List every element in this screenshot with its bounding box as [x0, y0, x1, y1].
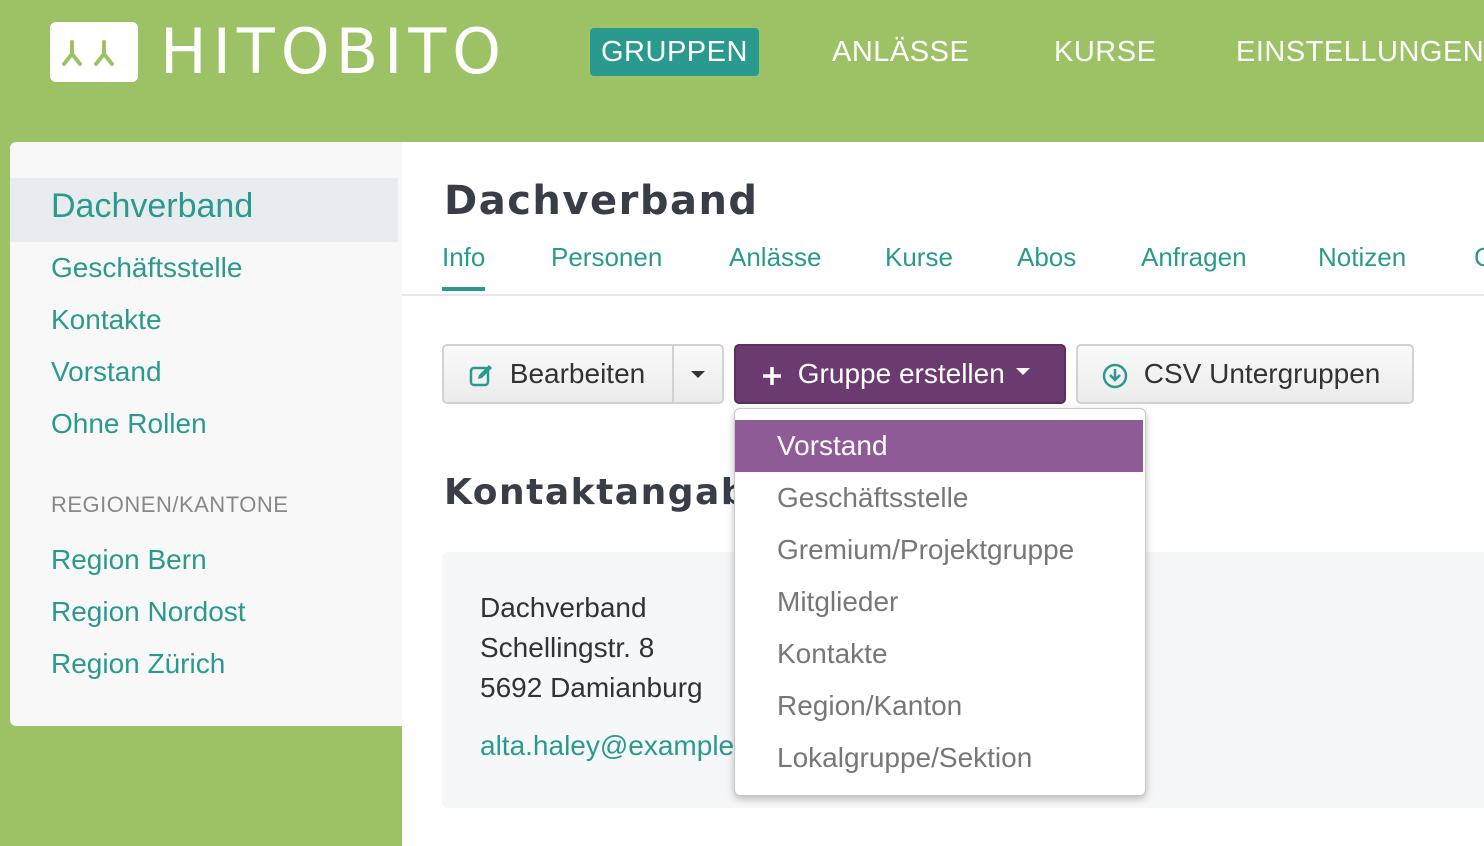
- tab-bar: Info Personen Anlässe Kurse Abos Anfrage…: [402, 238, 1484, 296]
- plus-icon: [760, 348, 784, 404]
- sidebar-heading-regionen: REGIONEN/KANTONE: [51, 492, 289, 517]
- sidebar-current-group[interactable]: Dachverband: [10, 178, 398, 242]
- sidebar-item-geschaeftsstelle[interactable]: Geschäftsstelle: [51, 252, 242, 284]
- tab-anlaesse[interactable]: Anlässe: [729, 242, 822, 273]
- nav-anlaesse[interactable]: ANLÄSSE: [832, 28, 969, 76]
- edit-button-label: Bearbeiten: [509, 358, 646, 389]
- tab-overflow[interactable]: C: [1474, 242, 1484, 273]
- nav-kurse[interactable]: KURSE: [1054, 28, 1156, 76]
- page-title: Dachverband: [444, 178, 759, 224]
- csv-subgroups-button[interactable]: CSV Untergruppen: [1076, 344, 1414, 404]
- create-group-label: Gruppe erstellen: [797, 358, 1005, 389]
- create-group-button[interactable]: Gruppe erstellen: [734, 344, 1066, 404]
- tab-abos[interactable]: Abos: [1017, 242, 1076, 273]
- menu-item-mitglieder[interactable]: Mitglieder: [735, 576, 1143, 628]
- caret-down-icon: [1013, 358, 1033, 389]
- sidebar: Dachverband Geschäftsstelle Kontakte Vor…: [10, 142, 402, 726]
- edit-dropdown-toggle[interactable]: [672, 344, 724, 404]
- menu-item-vorstand[interactable]: Vorstand: [735, 420, 1143, 472]
- tab-personen[interactable]: Personen: [551, 242, 662, 273]
- nav-gruppen[interactable]: GRUPPEN: [590, 28, 759, 76]
- contact-email-link[interactable]: alta.haley@example: [480, 730, 734, 762]
- contact-city: 5692 Damianburg: [480, 672, 703, 703]
- menu-item-lokalgruppe[interactable]: Lokalgruppe/Sektion: [735, 732, 1143, 784]
- sidebar-item-region-bern[interactable]: Region Bern: [51, 544, 207, 576]
- tab-anfragen[interactable]: Anfragen: [1141, 242, 1247, 273]
- menu-item-kontakte[interactable]: Kontakte: [735, 628, 1143, 680]
- caret-down-icon: [674, 371, 722, 408]
- edit-icon: [468, 348, 494, 404]
- sidebar-item-region-zuerich[interactable]: Region Zürich: [51, 648, 225, 680]
- download-icon: [1102, 348, 1128, 404]
- sidebar-item-kontakte[interactable]: Kontakte: [51, 304, 162, 336]
- csv-subgroups-label: CSV Untergruppen: [1143, 358, 1381, 389]
- sidebar-item-region-nordost[interactable]: Region Nordost: [51, 596, 246, 628]
- menu-item-geschaeftsstelle[interactable]: Geschäftsstelle: [735, 472, 1143, 524]
- menu-item-gremium[interactable]: Gremium/Projektgruppe: [735, 524, 1143, 576]
- tab-info[interactable]: Info: [442, 242, 486, 291]
- menu-item-region-kanton[interactable]: Region/Kanton: [735, 680, 1143, 732]
- contact-street: Schellingstr. 8: [480, 632, 655, 663]
- tab-kurse[interactable]: Kurse: [885, 242, 953, 273]
- edit-button[interactable]: Bearbeiten: [442, 344, 674, 404]
- logo-text[interactable]: HITOBITO: [160, 16, 507, 88]
- nav-einstellungen[interactable]: EINSTELLUNGEN: [1236, 28, 1484, 76]
- sidebar-item-ohne-rollen[interactable]: Ohne Rollen: [51, 408, 207, 440]
- tab-notizen[interactable]: Notizen: [1318, 242, 1406, 273]
- sidebar-item-vorstand[interactable]: Vorstand: [51, 356, 162, 388]
- sidebar-current-label: Dachverband: [51, 187, 254, 225]
- contact-name: Dachverband: [480, 592, 647, 623]
- logo-icon[interactable]: [50, 22, 138, 82]
- section-title-kontakt: Kontaktangabe: [444, 472, 774, 513]
- create-group-dropdown-menu: Vorstand Geschäftsstelle Gremium/Projekt…: [734, 408, 1146, 796]
